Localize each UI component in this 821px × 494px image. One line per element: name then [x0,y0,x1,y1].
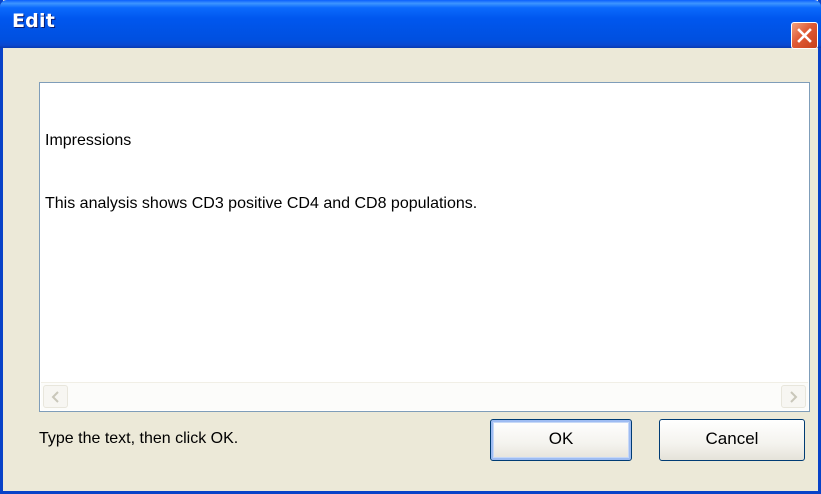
close-button[interactable] [791,22,818,49]
arrow-left-icon [51,391,59,403]
editor-line-2: This analysis shows CD3 positive CD4 and… [45,195,478,212]
editor-line-1: Impressions [45,132,132,149]
editor-content[interactable]: Impressions This analysis shows CD3 posi… [45,88,804,256]
close-icon [797,28,812,43]
title-bar[interactable]: Edit [0,0,821,49]
horizontal-scrollbar[interactable] [41,382,808,410]
cancel-button[interactable]: Cancel [659,419,805,461]
instruction-text: Type the text, then click OK. [39,430,239,447]
ok-button[interactable]: OK [490,419,632,461]
text-editor[interactable]: Impressions This analysis shows CD3 posi… [39,82,810,412]
edit-dialog: Edit Impressions This analysis shows CD3… [0,0,821,494]
scroll-left-button[interactable] [43,385,68,408]
scroll-right-button[interactable] [781,385,806,408]
arrow-right-icon [790,391,798,403]
dialog-title: Edit [12,10,55,32]
